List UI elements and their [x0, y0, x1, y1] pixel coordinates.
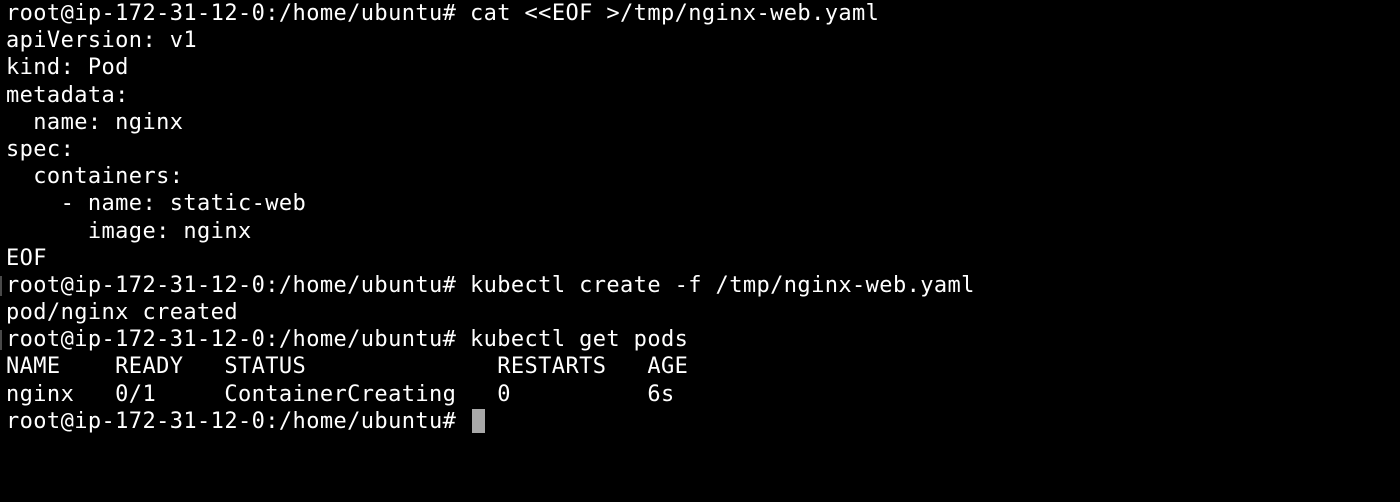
terminal-line: root@ip-172-31-12-0:/home/ubuntu# kubect…	[6, 272, 1400, 299]
terminal-line: kind: Pod	[6, 54, 1400, 81]
terminal-window[interactable]: root@ip-172-31-12-0:/home/ubuntu# cat <<…	[0, 0, 1400, 502]
terminal-line: root@ip-172-31-12-0:/home/ubuntu# cat <<…	[6, 0, 1400, 27]
output-text: image: nginx	[6, 218, 252, 244]
terminal-line-active[interactable]: root@ip-172-31-12-0:/home/ubuntu#	[6, 408, 1400, 435]
output-text: name: nginx	[6, 109, 184, 135]
output-text: pod/nginx created	[6, 300, 238, 326]
output-text: nginx 0/1 ContainerCreating 0 6s	[6, 381, 675, 407]
table-row: nginx 0/1 ContainerCreating 0 6s	[6, 381, 1400, 408]
terminal-line: image: nginx	[6, 218, 1400, 245]
output-text: metadata:	[6, 82, 129, 108]
shell-prompt: root@ip-172-31-12-0:/home/ubuntu#	[6, 327, 457, 353]
terminal-line: spec:	[6, 136, 1400, 163]
line-wrap-marker	[0, 330, 2, 350]
shell-prompt: root@ip-172-31-12-0:/home/ubuntu#	[6, 272, 457, 298]
command-text: kubectl create -f /tmp/nginx-web.yaml	[456, 272, 975, 298]
output-text: EOF	[6, 245, 47, 271]
terminal-line: root@ip-172-31-12-0:/home/ubuntu# kubect…	[6, 326, 1400, 353]
terminal-line: metadata:	[6, 82, 1400, 109]
output-text: NAME READY STATUS RESTARTS AGE	[6, 354, 689, 380]
shell-prompt: root@ip-172-31-12-0:/home/ubuntu#	[6, 408, 457, 434]
terminal-line: - name: static-web	[6, 190, 1400, 217]
line-wrap-marker	[0, 276, 2, 296]
terminal-output: root@ip-172-31-12-0:/home/ubuntu# cat <<…	[6, 0, 1400, 435]
terminal-line: pod/nginx created	[6, 299, 1400, 326]
terminal-line: apiVersion: v1	[6, 27, 1400, 54]
output-text: spec:	[6, 136, 75, 162]
output-text: containers:	[6, 164, 184, 190]
text-cursor	[471, 408, 485, 433]
output-text: - name: static-web	[6, 191, 307, 217]
command-text: kubectl get pods	[456, 327, 689, 353]
terminal-line: name: nginx	[6, 109, 1400, 136]
terminal-line: containers:	[6, 163, 1400, 190]
command-input[interactable]	[456, 409, 470, 434]
command-text: cat <<EOF >/tmp/nginx-web.yaml	[456, 1, 880, 26]
output-text: kind: Pod	[6, 55, 129, 81]
table-header-row: NAME READY STATUS RESTARTS AGE	[6, 353, 1400, 380]
terminal-line: EOF	[6, 245, 1400, 272]
output-text: apiVersion: v1	[6, 28, 198, 54]
shell-prompt: root@ip-172-31-12-0:/home/ubuntu#	[6, 1, 457, 26]
